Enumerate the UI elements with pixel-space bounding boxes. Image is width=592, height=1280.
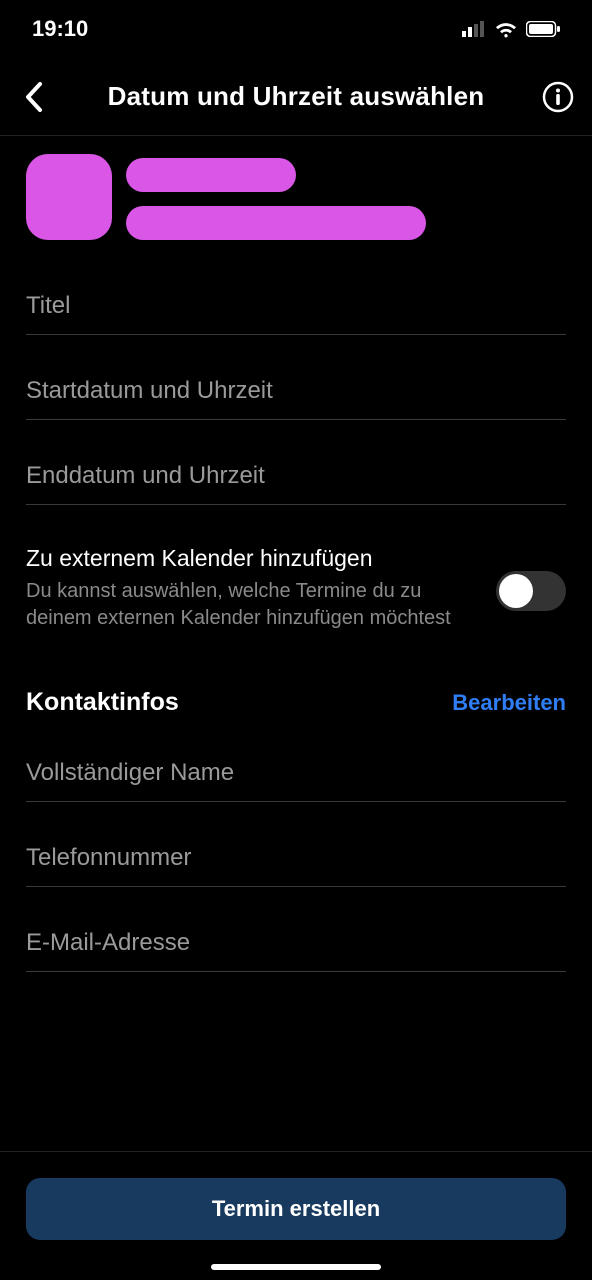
status-bar: 19:10 bbox=[0, 0, 592, 58]
profile-block bbox=[26, 136, 566, 250]
status-icons bbox=[462, 20, 560, 38]
page-header: Datum und Uhrzeit auswählen bbox=[0, 58, 592, 136]
info-icon bbox=[542, 81, 574, 113]
external-calendar-desc: Du kannst auswählen, welche Termine du z… bbox=[26, 578, 478, 632]
create-appointment-button[interactable]: Termin erstellen bbox=[26, 1178, 566, 1240]
back-button[interactable] bbox=[14, 77, 54, 117]
external-calendar-toggle[interactable] bbox=[496, 571, 566, 611]
end-datetime-input[interactable] bbox=[26, 456, 566, 505]
home-indicator bbox=[211, 1264, 381, 1270]
cellular-icon bbox=[462, 21, 486, 37]
phone-input[interactable] bbox=[26, 838, 566, 887]
profile-detail-redacted bbox=[126, 206, 426, 240]
wifi-icon bbox=[494, 20, 518, 38]
edit-contact-button[interactable]: Bearbeiten bbox=[452, 690, 566, 716]
bottom-bar: Termin erstellen bbox=[0, 1151, 592, 1280]
status-time: 19:10 bbox=[32, 16, 88, 42]
battery-icon bbox=[526, 21, 560, 37]
full-name-input[interactable] bbox=[26, 753, 566, 802]
email-input[interactable] bbox=[26, 923, 566, 972]
start-datetime-input[interactable] bbox=[26, 371, 566, 420]
page-title: Datum und Uhrzeit auswählen bbox=[54, 81, 538, 112]
chevron-left-icon bbox=[25, 82, 43, 112]
info-button[interactable] bbox=[538, 77, 578, 117]
profile-name-redacted bbox=[126, 158, 296, 192]
external-calendar-title: Zu externem Kalender hinzufügen bbox=[26, 545, 478, 572]
title-input[interactable] bbox=[26, 286, 566, 335]
contact-info-heading: Kontaktinfos bbox=[26, 688, 179, 717]
avatar-redacted bbox=[26, 154, 112, 240]
